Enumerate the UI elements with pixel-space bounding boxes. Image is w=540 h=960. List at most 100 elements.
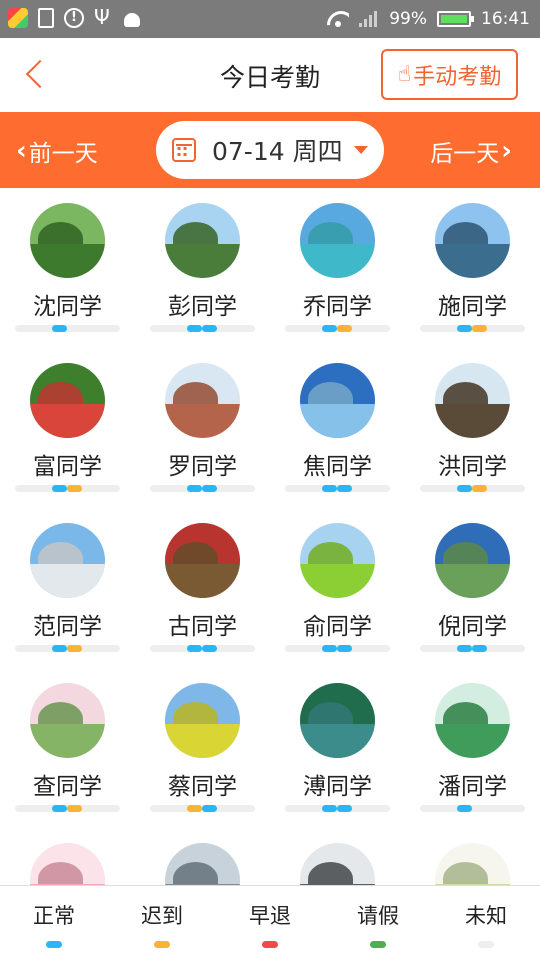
student-avatar [300, 203, 375, 278]
previous-day-button[interactable]: ‹ 前一天 [14, 134, 98, 168]
attendance-status-bar [285, 325, 390, 332]
manual-attendance-button[interactable]: ☝ 手动考勤 [381, 49, 518, 100]
attendance-status-bar [285, 485, 390, 492]
android-icon [124, 13, 140, 27]
student-avatar [165, 843, 240, 885]
student-card[interactable] [405, 828, 540, 885]
status-segment-normal [187, 325, 202, 332]
attendance-status-bar [15, 805, 120, 812]
student-name: 洪同学 [438, 454, 507, 480]
student-name: 俞同学 [303, 614, 372, 640]
student-card[interactable] [270, 828, 405, 885]
student-avatar [435, 363, 510, 438]
student-avatar [435, 203, 510, 278]
caret-down-icon [354, 146, 368, 154]
legend-item-leave[interactable]: 请假 [324, 886, 432, 960]
student-name: 古同学 [168, 614, 237, 640]
student-card[interactable]: 彭同学 [135, 188, 270, 348]
student-card[interactable]: 溥同学 [270, 668, 405, 828]
student-name: 蔡同学 [168, 774, 237, 800]
student-card[interactable]: 俞同学 [270, 508, 405, 668]
status-legend: 正常 迟到 早退 请假 未知 [0, 885, 540, 960]
student-card[interactable]: 潘同学 [405, 668, 540, 828]
title-bar: 今日考勤 ☝ 手动考勤 [0, 38, 540, 112]
legend-color-swatch [478, 941, 494, 948]
legend-color-swatch [262, 941, 278, 948]
status-segment-normal [52, 485, 67, 492]
attendance-status-bar [15, 485, 120, 492]
student-card[interactable]: 蔡同学 [135, 668, 270, 828]
student-avatar [435, 523, 510, 598]
student-card[interactable]: 罗同学 [135, 348, 270, 508]
status-segment-late [67, 805, 82, 812]
status-segment-normal [187, 645, 202, 652]
clock: 16:41 [481, 9, 530, 29]
student-avatar [30, 363, 105, 438]
next-day-button[interactable]: 后一天 › [430, 134, 514, 168]
status-system: 99% 16:41 [327, 0, 530, 38]
date-bar: ‹ 前一天 07-14 周四 后一天 › [0, 112, 540, 188]
student-card[interactable]: 查同学 [0, 668, 135, 828]
chevron-right-icon: › [501, 136, 512, 166]
student-card[interactable]: 焦同学 [270, 348, 405, 508]
status-segment-normal [337, 645, 352, 652]
student-card[interactable]: 施同学 [405, 188, 540, 348]
attendance-status-bar [285, 805, 390, 812]
current-date: 07-14 周四 [212, 137, 343, 166]
legend-item-normal[interactable]: 正常 [0, 886, 108, 960]
student-name: 乔同学 [303, 294, 372, 320]
student-card[interactable]: 沈同学 [0, 188, 135, 348]
student-card[interactable]: 倪同学 [405, 508, 540, 668]
status-segment-normal [322, 485, 337, 492]
student-grid: 沈同学 彭同学 乔同学 施同学富同学 罗同学 焦同学 洪同学范同学 古同学 俞同学 倪同学查同学 蔡… [0, 188, 540, 885]
status-segment-normal [322, 645, 337, 652]
attendance-status-bar [420, 325, 525, 332]
status-segment-normal [457, 325, 472, 332]
attendance-status-bar [15, 645, 120, 652]
student-card[interactable]: 富同学 [0, 348, 135, 508]
attendance-status-bar [150, 325, 255, 332]
manual-attendance-label: 手动考勤 [413, 64, 502, 90]
student-card[interactable] [0, 828, 135, 885]
status-segment-normal [337, 805, 352, 812]
status-segment-late [472, 325, 487, 332]
student-name: 罗同学 [168, 454, 237, 480]
legend-label: 早退 [249, 904, 291, 928]
student-card[interactable]: 洪同学 [405, 348, 540, 508]
student-avatar [30, 523, 105, 598]
attendance-status-bar [150, 645, 255, 652]
info-icon: ! [64, 8, 84, 28]
status-segment-normal [457, 645, 472, 652]
attendance-status-bar [420, 485, 525, 492]
legend-item-early[interactable]: 早退 [216, 886, 324, 960]
student-avatar [300, 363, 375, 438]
legend-item-unknown[interactable]: 未知 [432, 886, 540, 960]
notes-icon [38, 8, 54, 28]
wifi-icon [327, 11, 349, 27]
student-name: 范同学 [33, 614, 102, 640]
student-name: 潘同学 [438, 774, 507, 800]
student-card[interactable]: 乔同学 [270, 188, 405, 348]
student-name: 倪同学 [438, 614, 507, 640]
student-card[interactable] [135, 828, 270, 885]
hand-pointer-icon: ☝ [397, 61, 412, 87]
status-segment-normal [457, 805, 472, 812]
legend-item-late[interactable]: 迟到 [108, 886, 216, 960]
previous-day-label: 前一天 [28, 141, 98, 167]
student-card[interactable]: 范同学 [0, 508, 135, 668]
status-segment-normal [202, 645, 217, 652]
student-card[interactable]: 古同学 [135, 508, 270, 668]
status-segment-normal [52, 325, 67, 332]
status-segment-normal [322, 805, 337, 812]
status-segment-normal [472, 645, 487, 652]
legend-color-swatch [46, 941, 62, 948]
app-icon [8, 8, 28, 28]
attendance-status-bar [285, 645, 390, 652]
battery-percent: 99% [389, 9, 427, 29]
attendance-status-bar [150, 485, 255, 492]
next-day-label: 后一天 [430, 141, 500, 167]
legend-color-swatch [370, 941, 386, 948]
date-picker[interactable]: 07-14 周四 [156, 121, 384, 179]
legend-label: 未知 [465, 904, 507, 928]
status-segment-normal [202, 485, 217, 492]
